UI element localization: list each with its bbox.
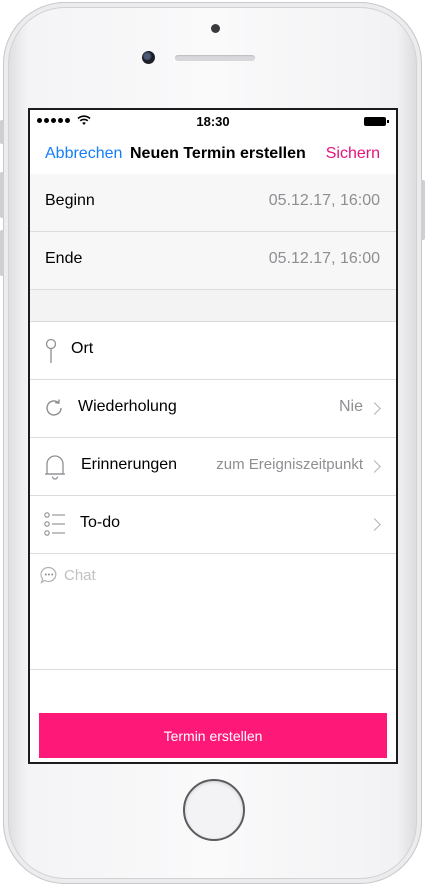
chat-bubble-icon	[40, 566, 57, 584]
volume-up-button	[0, 172, 4, 218]
todo-label: To-do	[80, 514, 121, 531]
cancel-button[interactable]: Abbrechen	[45, 145, 122, 163]
pin-icon	[45, 338, 57, 363]
page-title: Neuen Termin erstellen	[130, 145, 306, 162]
chat-field[interactable]: Chat	[40, 565, 96, 585]
reminders-value: zum Ereigniszeitpunkt	[216, 456, 363, 473]
end-value: 05.12.17, 16:00	[268, 250, 380, 267]
battery-icon	[364, 117, 389, 126]
proximity-sensor	[211, 24, 220, 33]
repeat-label: Wiederholung	[78, 398, 177, 415]
repeat-icon	[46, 399, 62, 416]
reminders-label: Erinnerungen	[81, 456, 178, 473]
volume-down-button	[0, 230, 4, 276]
bell-icon	[45, 455, 65, 480]
location-row[interactable]: Ort	[30, 322, 396, 380]
chat-area[interactable]: Chat	[30, 555, 396, 670]
begin-value: 05.12.17, 16:00	[268, 192, 380, 209]
location-label: Ort	[71, 340, 94, 357]
end-row[interactable]: Ende 05.12.17, 16:00	[30, 232, 396, 290]
app-screen: 18:30 Abbrechen Neuen Termin erstellen S…	[28, 108, 398, 764]
status-bar: 18:30	[30, 110, 396, 132]
checklist-icon	[44, 512, 65, 536]
navigation-bar: Abbrechen Neuen Termin erstellen Sichern	[30, 134, 396, 175]
repeat-row[interactable]: Wiederholung Nie	[30, 380, 396, 438]
power-button	[421, 180, 425, 240]
create-appointment-button[interactable]: Termin erstellen	[39, 713, 387, 758]
reminders-row[interactable]: Erinnerungen zum Ereigniszeitpunkt	[30, 438, 396, 496]
todo-row[interactable]: To-do	[30, 496, 396, 554]
chevron-right-icon	[368, 402, 381, 415]
chevron-right-icon	[368, 460, 381, 473]
begin-label: Beginn	[45, 192, 95, 209]
section-separator	[30, 290, 396, 322]
chat-placeholder: Chat	[64, 566, 96, 584]
save-button[interactable]: Sichern	[326, 145, 380, 163]
repeat-value: Nie	[338, 398, 363, 415]
home-button[interactable]	[183, 779, 245, 841]
status-time: 18:30	[196, 114, 230, 129]
chevron-right-icon	[368, 518, 381, 531]
front-camera	[142, 51, 155, 64]
earpiece-speaker	[175, 55, 255, 61]
begin-row[interactable]: Beginn 05.12.17, 16:00	[30, 174, 396, 232]
end-label: Ende	[45, 250, 83, 267]
mute-switch	[0, 120, 4, 144]
